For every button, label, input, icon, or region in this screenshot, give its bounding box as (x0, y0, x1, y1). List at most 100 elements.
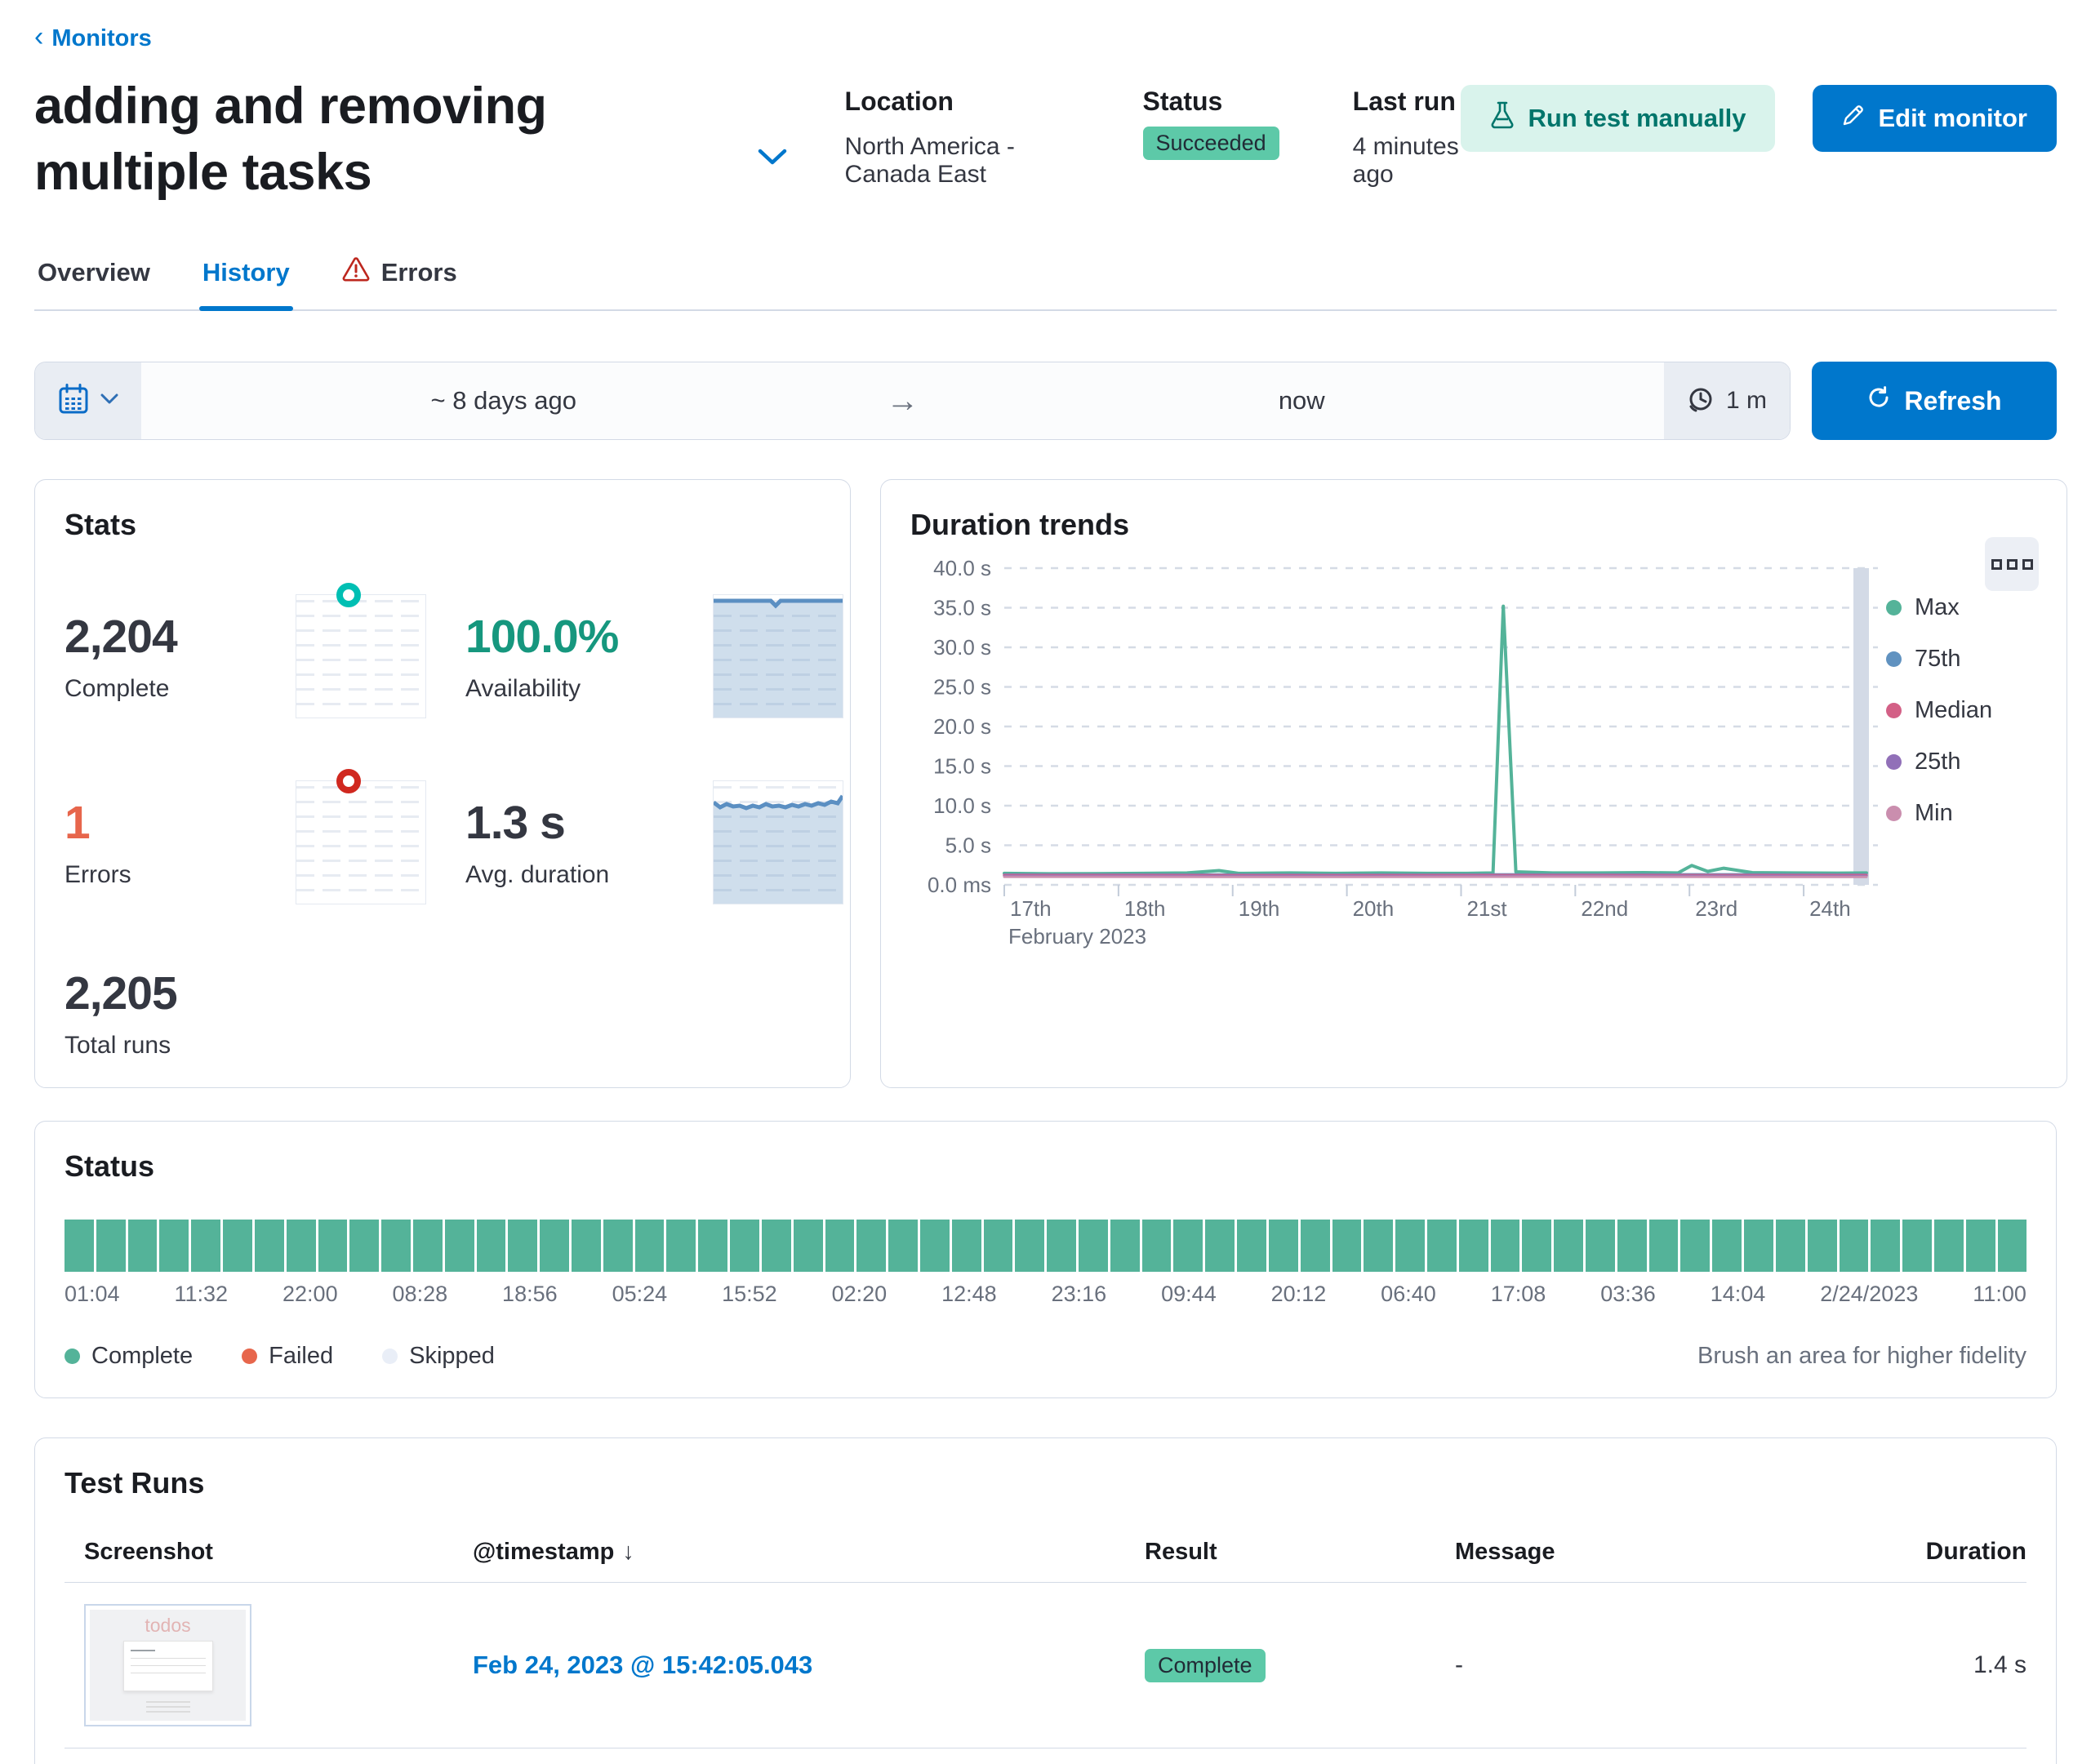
start-date-button[interactable]: ~ 8 days ago (141, 362, 866, 439)
end-date-button[interactable]: now (940, 362, 1665, 439)
test-run-duration: 1.4 s (1973, 1651, 2026, 1679)
status-block (96, 1220, 126, 1273)
status-tick-label: 05:24 (612, 1282, 668, 1307)
availability-sparkline (713, 594, 843, 719)
chart-options-icon[interactable] (1985, 537, 2039, 592)
stat-complete: 2,204 Complete (65, 610, 256, 703)
legend-dot-icon (1886, 703, 1902, 719)
stat-availability: 100.0% Availability (465, 610, 674, 703)
status-block (919, 1220, 950, 1273)
status-block (698, 1220, 728, 1273)
tab-history-label: History (202, 258, 290, 287)
screenshot-thumbnail[interactable]: todos (84, 1604, 251, 1727)
status-block (856, 1220, 887, 1273)
status-tick-label: 11:00 (1973, 1282, 2026, 1307)
status-block (1364, 1220, 1394, 1273)
status-timeline-bar[interactable] (65, 1220, 2027, 1273)
date-controls: ~ 8 days ago → now 1 m Refresh (34, 362, 2057, 441)
status-block (159, 1220, 189, 1273)
meta-last-run: Last run 4 minutes ago (1353, 87, 1461, 189)
stat-errors-label: Errors (65, 861, 131, 889)
tab-errors[interactable]: Errors (339, 249, 460, 309)
status-block (793, 1220, 823, 1273)
status-block (318, 1220, 348, 1273)
svg-text:5.0 s: 5.0 s (945, 833, 991, 858)
status-block (254, 1220, 284, 1273)
status-block (1586, 1220, 1615, 1273)
status-footer: Complete Failed Skipped Brush an area for … (65, 1343, 2026, 1370)
svg-text:24th: 24th (1809, 896, 1851, 921)
avg-duration-sparkline (713, 780, 843, 905)
stat-availability-label: Availability (465, 675, 581, 703)
overview-panels: Stats 2,204 Complete 100.0% Availability (34, 479, 2067, 1089)
status-block (223, 1220, 252, 1273)
monitor-header: adding and removing multiple tasks Locat… (34, 73, 2057, 205)
duration-trends-chart[interactable]: 0.0 ms 5.0 s 10.0 s 15.0 s 20.0 s 25.0 s 30.0 … (910, 556, 1886, 954)
test-runs-title: Test Runs (65, 1466, 205, 1500)
status-block (1712, 1220, 1742, 1273)
status-block (634, 1220, 665, 1273)
test-runs-header-row: Screenshot @timestamp ↓ Result Message Du… (65, 1528, 2026, 1584)
status-block (1395, 1220, 1425, 1273)
brush-hint: Brush an area for higher fidelity (1697, 1343, 2026, 1370)
legend-label: Skipped (409, 1343, 495, 1370)
status-block (1902, 1220, 1932, 1273)
refresh-interval-value: 1 m (1726, 387, 1768, 415)
status-block (191, 1220, 221, 1273)
refresh-interval-button[interactable]: 1 m (1664, 362, 1790, 440)
svg-text:18th: 18th (1124, 896, 1166, 921)
breadcrumb-monitors-link[interactable]: ‹ Monitors (34, 23, 152, 52)
status-block (1775, 1220, 1805, 1273)
header-actions: Run test manually Edit monitor (1461, 73, 2057, 152)
test-runs-table: Screenshot @timestamp ↓ Result Message Du… (65, 1528, 2026, 1764)
breadcrumb-label: Monitors (51, 24, 152, 51)
stat-avg-duration-value: 1.3 s (465, 797, 566, 850)
legend-item-max[interactable]: Max (1886, 594, 2037, 621)
status-badge: Succeeded (1142, 127, 1279, 160)
status-panel-title: Status (65, 1149, 155, 1184)
status-legend: Complete Failed Skipped (65, 1343, 495, 1370)
status-block (1426, 1220, 1457, 1273)
legend-label: Complete (91, 1343, 194, 1370)
status-block (1110, 1220, 1140, 1273)
todos-footer-lines (145, 1698, 190, 1713)
edit-monitor-button[interactable]: Edit monitor (1813, 85, 2057, 152)
svg-text:30.0 s: 30.0 s (933, 635, 991, 660)
status-block (412, 1220, 443, 1273)
stat-avg-duration: 1.3 s Avg. duration (465, 796, 674, 889)
tab-overview[interactable]: Overview (34, 249, 153, 309)
legend-item-25th[interactable]: 25th (1886, 749, 2037, 775)
status-legend-complete: Complete (65, 1343, 193, 1370)
refresh-button[interactable]: Refresh (1812, 362, 2057, 441)
svg-text:15.0 s: 15.0 s (933, 754, 991, 779)
date-quick-menu-button[interactable] (35, 362, 141, 440)
status-block (127, 1220, 158, 1273)
status-block (1871, 1220, 1901, 1273)
stat-complete-label: Complete (65, 675, 170, 703)
errors-marker-icon (336, 769, 361, 794)
col-timestamp-header[interactable]: @timestamp ↓ (473, 1539, 1145, 1566)
monitor-select-chevron-down-icon[interactable] (757, 147, 788, 171)
status-block (730, 1220, 759, 1273)
last-run-label: Last run (1352, 87, 1456, 116)
monitor-tabs: Overview History Errors (34, 249, 2057, 312)
status-block (666, 1220, 696, 1273)
status-block (1522, 1220, 1552, 1273)
svg-text:40.0 s: 40.0 s (933, 558, 991, 580)
test-run-timestamp-link[interactable]: Feb 24, 2023 @ 15:42:05.043 (473, 1651, 812, 1679)
status-tick-label: 08:28 (392, 1282, 448, 1307)
test-runs-panel: Test Runs Screenshot @timestamp ↓ Result … (34, 1437, 2057, 1764)
monitor-meta: Location North America - Canada East Sta… (845, 73, 1461, 189)
complete-marker-icon (336, 583, 361, 608)
svg-text:22nd: 22nd (1581, 896, 1628, 921)
status-tick-label: 14:04 (1710, 1282, 1766, 1307)
run-test-manually-button[interactable]: Run test manually (1461, 85, 1776, 152)
legend-dot-icon (382, 1349, 398, 1365)
tab-history[interactable]: History (198, 249, 293, 312)
legend-label: Min (1915, 800, 1953, 827)
legend-item-min[interactable]: Min (1886, 800, 2037, 827)
legend-item-75th[interactable]: 75th (1886, 646, 2037, 673)
status-block (349, 1220, 380, 1273)
svg-text:20th: 20th (1353, 896, 1395, 921)
legend-item-median[interactable]: Median (1886, 697, 2037, 724)
